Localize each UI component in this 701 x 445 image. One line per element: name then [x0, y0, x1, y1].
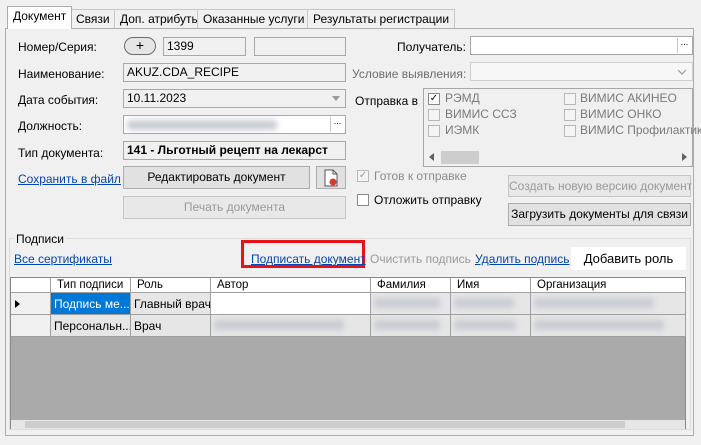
cell-signature-type[interactable]: Персональн... — [51, 315, 131, 337]
edit-document-button[interactable]: Редактировать документ — [123, 166, 310, 189]
scrollbar-thumb[interactable] — [441, 151, 479, 164]
row-header[interactable] — [11, 315, 51, 337]
redacted-position — [127, 120, 277, 130]
column-header-signature-type[interactable]: Тип подписи — [51, 278, 131, 293]
send-to-label: Отправка в — [355, 94, 418, 108]
column-header-first-name[interactable]: Имя — [451, 278, 531, 293]
column-header-role[interactable]: Роль — [131, 278, 211, 293]
recipient-label: Получатель: — [397, 40, 466, 54]
position-label: Должность: — [18, 119, 83, 133]
redacted-text — [374, 298, 440, 308]
tab-extra-attributes[interactable]: Доп. атрибуты — [114, 9, 207, 28]
number-field[interactable]: 1399 — [163, 37, 246, 56]
current-row-indicator-icon — [15, 300, 20, 308]
create-new-version-button[interactable]: Создать новую версию документ — [508, 175, 692, 197]
scroll-right-icon[interactable] — [682, 153, 687, 161]
send-targets-list: ✓ РЭМД ВИМИС АКИНЕО ВИМИС ССЗ ВИМИС ОНКО… — [423, 88, 701, 167]
send-target-label: ИЭМК — [445, 123, 480, 137]
horizontal-scrollbar[interactable] — [424, 149, 692, 166]
event-date-label: Дата события: — [18, 93, 99, 107]
detection-label: Условие выявления: — [352, 67, 467, 81]
column-header-author[interactable]: Автор — [211, 278, 371, 293]
redacted-text — [374, 320, 440, 330]
doc-type-label: Тип документа: — [18, 146, 104, 160]
postpone-send-label: Отложить отправку — [374, 193, 482, 207]
send-target-checkbox[interactable]: ✓ — [428, 93, 440, 105]
send-target-checkbox[interactable] — [564, 125, 576, 137]
tab-document[interactable]: Документ — [7, 6, 73, 29]
event-date-value: 10.11.2023 — [127, 91, 187, 105]
cell-surname[interactable] — [371, 315, 451, 337]
signatures-group-label: Подписи — [14, 232, 66, 246]
doc-type-field[interactable]: 141 - Льготный рецепт на лекарст — [123, 141, 346, 160]
cell-role[interactable]: Главный врач — [131, 293, 211, 315]
series-field[interactable] — [254, 37, 346, 56]
send-target-checkbox[interactable] — [428, 125, 440, 137]
redacted-text — [214, 320, 344, 330]
cell-first-name[interactable] — [451, 315, 531, 337]
send-target-label: ВИМИС Профилактик — [580, 123, 701, 137]
cell-author[interactable] — [211, 315, 371, 337]
ready-to-send-label: Готов к отправке — [374, 169, 467, 183]
cell-signature-type[interactable]: Подпись ме... — [51, 293, 131, 315]
position-field[interactable]: ... — [123, 115, 346, 134]
send-target-label: ВИМИС АКИНЕО — [580, 91, 677, 105]
grid-corner — [11, 278, 51, 293]
name-field[interactable]: AKUZ.CDA_RECIPE — [123, 63, 346, 82]
tab-services[interactable]: Оказанные услуги — [197, 9, 311, 28]
redacted-text — [454, 298, 514, 308]
cell-role[interactable]: Врач — [131, 315, 211, 337]
clear-signature-link[interactable]: Очистить подпись — [370, 252, 471, 266]
chevron-down-icon — [677, 69, 687, 75]
cell-surname[interactable] — [371, 293, 451, 315]
send-target-checkbox[interactable] — [564, 93, 576, 105]
chevron-down-icon[interactable] — [332, 96, 340, 101]
column-header-organization[interactable]: Организация — [531, 278, 686, 293]
event-date-field[interactable]: 10.11.2023 — [123, 89, 346, 108]
pdf-export-button[interactable] — [316, 166, 346, 189]
sign-document-link[interactable]: Подписать документ — [251, 252, 366, 266]
column-header-surname[interactable]: Фамилия — [371, 278, 451, 293]
doc-type-value: 141 - Льготный рецепт на лекарст — [127, 143, 328, 157]
postpone-send-checkbox[interactable] — [357, 194, 369, 206]
cell-author[interactable] — [211, 293, 371, 315]
print-document-button[interactable]: Печать документа — [123, 196, 346, 219]
send-target-label: ВИМИС ССЗ — [445, 107, 517, 121]
scroll-left-icon[interactable] — [429, 153, 434, 161]
send-target-label: РЭМД — [445, 91, 480, 105]
add-number-button[interactable]: + — [124, 37, 156, 55]
position-ellipsis-button[interactable]: ... — [330, 117, 344, 132]
ready-to-send-checkbox[interactable]: ✓ — [357, 170, 369, 182]
redacted-text — [454, 320, 516, 330]
tab-links[interactable]: Связи — [70, 9, 116, 28]
recipient-ellipsis-button[interactable]: ... — [677, 38, 691, 53]
cell-organization[interactable] — [531, 315, 686, 337]
number-label: Номер/Серия: — [18, 40, 97, 54]
pdf-document-icon — [324, 169, 338, 187]
save-to-file-link[interactable]: Сохранить в файл — [18, 172, 121, 186]
redacted-text — [534, 298, 654, 308]
cell-organization[interactable] — [531, 293, 686, 315]
delete-signature-link[interactable]: Удалить подпись — [475, 252, 570, 266]
recipient-field[interactable]: ... — [470, 36, 693, 55]
add-role-button[interactable]: Добавить роль — [571, 247, 686, 270]
send-target-checkbox[interactable] — [428, 109, 440, 121]
name-label: Наименование: — [18, 67, 105, 81]
all-certificates-link[interactable]: Все сертификаты — [14, 252, 112, 266]
grid-horizontal-scrollbar[interactable] — [11, 420, 685, 429]
upload-documents-button[interactable]: Загрузить документы для связи — [508, 203, 691, 226]
send-target-checkbox[interactable] — [564, 109, 576, 121]
send-target-label: ВИМИС ОНКО — [580, 107, 662, 121]
cell-first-name[interactable] — [451, 293, 531, 315]
row-header[interactable] — [11, 293, 51, 315]
redacted-text — [534, 320, 664, 330]
detection-select[interactable] — [470, 62, 693, 81]
grid-scrollbar-thumb[interactable] — [25, 421, 625, 428]
tab-registration-results[interactable]: Результаты регистрации — [307, 9, 456, 28]
